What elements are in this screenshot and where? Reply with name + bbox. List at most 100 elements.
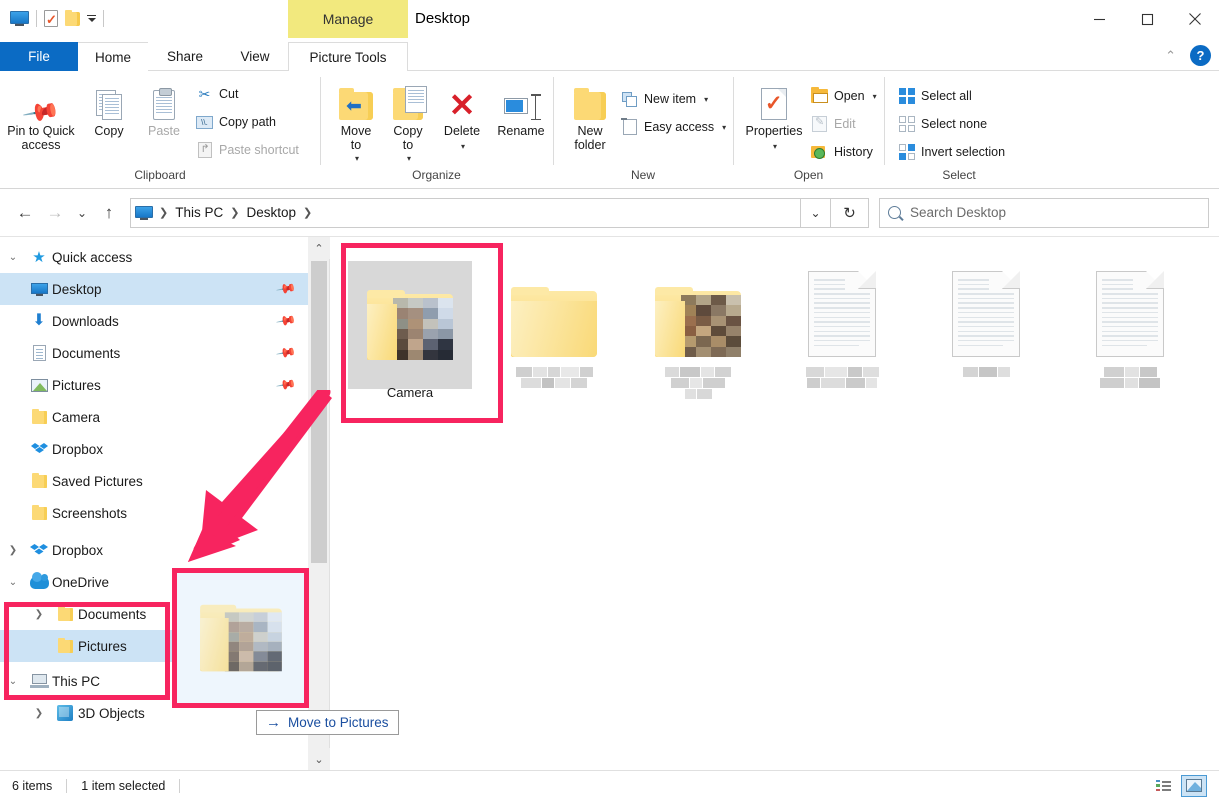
sidebar-item-dropbox-folder[interactable]: Dropbox	[0, 433, 308, 465]
new-item-button[interactable]: New item ▾	[617, 86, 730, 112]
breadcrumb-separator[interactable]: ❯	[228, 206, 241, 219]
cut-button[interactable]: ✂ Cut	[192, 81, 303, 107]
file-name: Camera	[386, 385, 434, 400]
new-item-dropdown-icon[interactable]: ▾	[704, 95, 708, 104]
help-button[interactable]: ?	[1190, 45, 1211, 66]
sidebar-item-downloads[interactable]: ⬇ Downloads 📌	[0, 305, 308, 337]
edit-icon	[811, 115, 828, 133]
sidebar-item-desktop[interactable]: Desktop 📌	[0, 273, 308, 305]
new-folder-button[interactable]: New folder	[563, 78, 617, 152]
sidebar-item-quick-access[interactable]: ⌄ ★ Quick access	[0, 241, 308, 273]
breadcrumb-this-pc[interactable]: This PC	[170, 199, 228, 227]
file-list-view[interactable]: Camera	[330, 237, 1219, 770]
chevron-down-icon[interactable]: ⌄	[0, 676, 26, 687]
breadcrumb-desktop[interactable]: Desktop	[241, 199, 301, 227]
scroll-up-button[interactable]: ⌃	[308, 237, 330, 259]
open-dropdown-icon[interactable]: ▾	[873, 92, 877, 101]
maximize-button[interactable]	[1123, 0, 1171, 38]
sidebar-item-dropbox[interactable]: ❯ Dropbox	[0, 534, 308, 566]
select-all-button[interactable]: Select all	[894, 83, 1009, 109]
group-label-organize: Organize	[412, 168, 461, 182]
paste-shortcut-button[interactable]: Paste shortcut	[192, 137, 303, 163]
properties-dropdown-icon[interactable]: ▾	[773, 140, 777, 154]
minimize-button[interactable]	[1075, 0, 1123, 38]
up-button[interactable]: ↑	[94, 198, 124, 228]
tab-picture-tools[interactable]: Picture Tools	[288, 42, 408, 71]
invert-selection-button[interactable]: Invert selection	[894, 139, 1009, 165]
new-folder-icon[interactable]	[65, 9, 80, 26]
this-pc-icon	[26, 674, 52, 688]
chevron-right-icon[interactable]: ❯	[26, 609, 52, 620]
recent-locations-button[interactable]: ⌄	[70, 198, 94, 228]
pin-icon[interactable]: 📌	[275, 342, 297, 364]
sidebar-item-pictures[interactable]: Pictures 📌	[0, 369, 308, 401]
scrollbar-thumb[interactable]	[311, 261, 327, 563]
document-icon	[26, 345, 52, 361]
copy-to-button[interactable]: Copy to ▾	[382, 78, 434, 166]
scroll-down-button[interactable]: ⌄	[308, 748, 330, 770]
edit-button[interactable]: Edit	[807, 111, 881, 137]
chevron-right-icon[interactable]: ❯	[0, 545, 26, 556]
chevron-right-icon[interactable]: ❯	[26, 708, 52, 719]
properties-button[interactable]: ✓ Properties ▾	[741, 78, 807, 154]
large-icons-view-icon[interactable]	[1181, 774, 1207, 797]
pin-icon[interactable]: 📌	[275, 278, 297, 300]
file-item-document-3[interactable]	[1058, 251, 1202, 414]
history-button[interactable]: History	[807, 139, 881, 165]
copy-path-button[interactable]: \\. Copy path	[192, 109, 303, 135]
close-button[interactable]	[1171, 0, 1219, 38]
sidebar-item-camera[interactable]: Camera	[0, 401, 308, 433]
sidebar-item-screenshots[interactable]: Screenshots	[0, 497, 308, 529]
paste-shortcut-label: Paste shortcut	[219, 143, 299, 157]
chevron-down-icon[interactable]: ⌄	[0, 252, 26, 263]
search-box[interactable]: Search Desktop	[879, 197, 1209, 228]
open-button[interactable]: Open ▾	[807, 83, 881, 109]
pin-icon[interactable]: 📌	[275, 374, 297, 396]
drag-ghost-image	[177, 573, 304, 703]
breadcrumb-separator[interactable]: ❯	[301, 206, 314, 219]
back-button[interactable]: ←	[10, 198, 40, 228]
select-none-label: Select none	[921, 117, 988, 131]
pin-to-quick-access-button[interactable]: 📌 Pin to Quick access	[0, 78, 82, 152]
pin-icon[interactable]: 📌	[275, 310, 297, 332]
address-dropdown-button[interactable]: ⌄	[801, 197, 831, 228]
sidebar-item-documents[interactable]: Documents 📌	[0, 337, 308, 369]
sidebar-item-label: Documents	[52, 345, 121, 361]
chevron-down-icon[interactable]: ⌄	[0, 577, 26, 588]
sidebar-item-label: OneDrive	[52, 574, 110, 590]
properties-icon[interactable]: ✓	[44, 10, 58, 27]
collapse-ribbon-button[interactable]: ⌃	[1165, 48, 1176, 64]
properties-label: Properties	[745, 124, 803, 138]
details-view-icon[interactable]	[1151, 775, 1177, 797]
move-to-dropdown-icon[interactable]: ▾	[355, 152, 359, 166]
easy-access-dropdown-icon[interactable]: ▾	[722, 123, 726, 132]
select-none-button[interactable]: Select none	[894, 111, 1009, 137]
file-item-document-2[interactable]	[914, 251, 1058, 414]
breadcrumb-separator[interactable]: ❯	[157, 206, 170, 219]
copy-to-dropdown-icon[interactable]: ▾	[407, 152, 411, 166]
paste-button[interactable]: Paste	[136, 78, 192, 138]
file-item-camera[interactable]: Camera	[338, 251, 482, 414]
sidebar-item-saved-pictures[interactable]: Saved Pictures	[0, 465, 308, 497]
tab-share[interactable]: Share	[148, 42, 222, 71]
file-item-folder-3[interactable]	[626, 251, 770, 414]
customize-qat-dropdown[interactable]	[87, 14, 96, 23]
navigation-pane-scrollbar[interactable]: ⌃ ⌄	[308, 237, 330, 770]
address-breadcrumb-bar[interactable]: ❯ This PC ❯ Desktop ❯	[130, 197, 801, 228]
ribbon: 📌 Pin to Quick access Copy Paste ✂ Cut \…	[0, 71, 1219, 189]
refresh-button[interactable]: ↻	[831, 197, 869, 228]
tab-home[interactable]: Home	[78, 42, 148, 71]
file-item-folder-2[interactable]	[482, 251, 626, 414]
tab-file[interactable]: File	[0, 42, 78, 71]
delete-dropdown-icon[interactable]: ▾	[461, 140, 465, 154]
easy-access-button[interactable]: Easy access ▾	[617, 114, 730, 140]
this-pc-icon[interactable]	[10, 11, 29, 26]
move-to-button[interactable]: ⬅ Move to ▾	[330, 78, 382, 166]
copy-button[interactable]: Copy	[82, 78, 136, 138]
file-item-document-1[interactable]	[770, 251, 914, 414]
delete-button[interactable]: ✕ Delete ▾	[434, 78, 490, 154]
tab-view[interactable]: View	[222, 42, 288, 71]
rename-button[interactable]: Rename	[490, 78, 552, 138]
status-divider	[179, 778, 181, 793]
forward-button[interactable]: →	[40, 198, 70, 228]
